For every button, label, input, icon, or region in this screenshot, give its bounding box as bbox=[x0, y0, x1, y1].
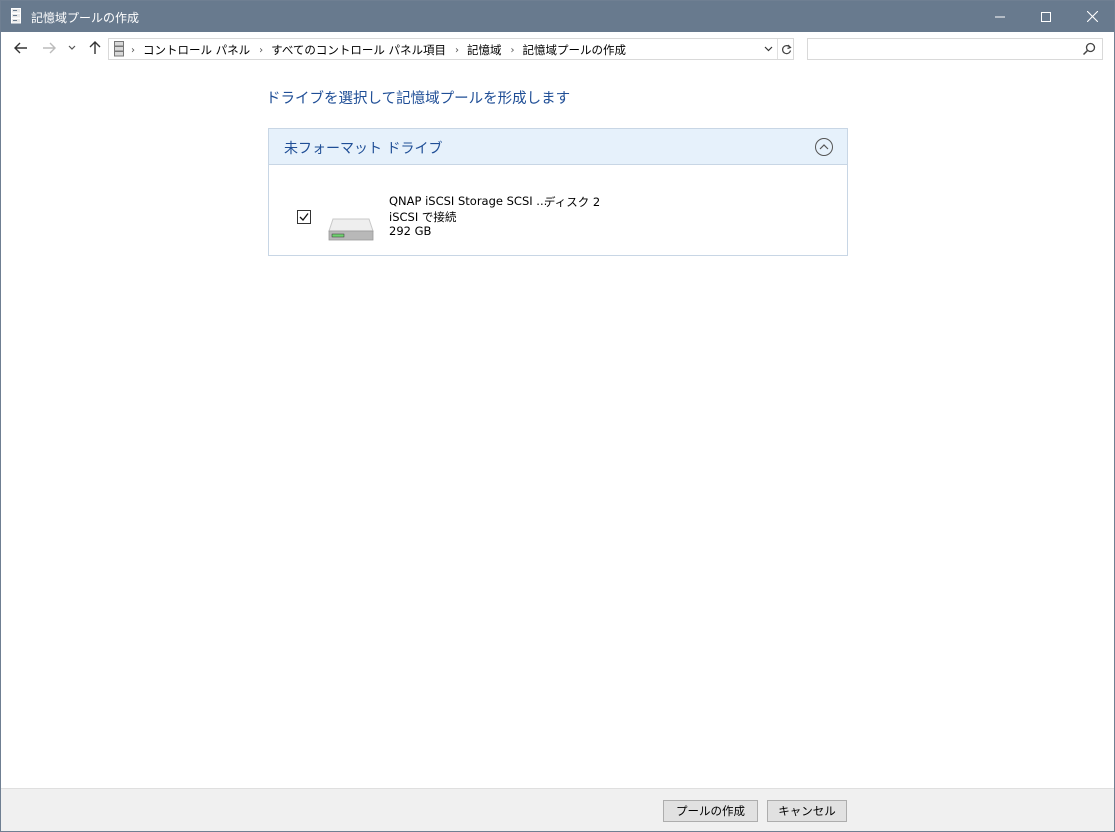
up-button[interactable] bbox=[85, 38, 105, 58]
create-pool-button[interactable]: プールの作成 bbox=[663, 800, 758, 822]
chevron-down-icon bbox=[68, 45, 76, 50]
address-bar[interactable]: › コントロール パネル › すべてのコントロール パネル項目 › 記憶域 › … bbox=[108, 38, 794, 60]
address-dropdown-button[interactable] bbox=[761, 39, 775, 59]
minimize-icon bbox=[995, 16, 1005, 17]
search-input[interactable] bbox=[807, 38, 1103, 60]
drive-list-item[interactable]: QNAP iSCSI Storage SCSI ... ディスク 2 iSCSI… bbox=[269, 165, 847, 255]
drive-connection: iSCSI で接続 bbox=[389, 210, 457, 224]
drive-name: QNAP iSCSI Storage SCSI ... bbox=[389, 194, 548, 208]
group-title: 未フォーマット ドライブ bbox=[284, 141, 443, 157]
group-header[interactable]: 未フォーマット ドライブ bbox=[269, 129, 847, 165]
breadcrumb-item[interactable]: すべてのコントロール パネル項目 bbox=[271, 42, 446, 58]
cancel-button[interactable]: キャンセル bbox=[767, 800, 847, 822]
back-button[interactable] bbox=[11, 38, 31, 58]
footer-bar: プールの作成 キャンセル bbox=[1, 788, 1114, 831]
arrow-left-icon bbox=[14, 42, 27, 54]
maximize-icon bbox=[1041, 11, 1051, 22]
page-heading: ドライブを選択して記憶域プールを形成します bbox=[266, 91, 571, 107]
arrow-right-icon bbox=[43, 42, 56, 54]
refresh-icon bbox=[781, 44, 792, 54]
maximize-button[interactable] bbox=[1023, 1, 1069, 32]
breadcrumb-item[interactable]: 記憶域プールの作成 bbox=[523, 42, 627, 58]
chevron-right-icon[interactable]: › bbox=[455, 45, 459, 56]
chevron-right-icon: › bbox=[131, 44, 135, 56]
checkmark-icon bbox=[299, 213, 309, 221]
unformatted-drives-group: 未フォーマット ドライブ QNAP iSCSI Storage SCSI ...… bbox=[268, 128, 848, 256]
breadcrumb-item[interactable]: 記憶域 bbox=[467, 42, 502, 58]
close-icon bbox=[1086, 11, 1098, 22]
recent-locations-button[interactable] bbox=[65, 38, 79, 58]
search-icon bbox=[1082, 42, 1096, 56]
arrow-up-icon bbox=[89, 41, 101, 54]
chevron-right-icon[interactable]: › bbox=[511, 45, 515, 56]
hard-drive-icon bbox=[328, 218, 374, 241]
collapse-up-icon[interactable] bbox=[814, 137, 834, 157]
navigation-bar: › コントロール パネル › すべてのコントロール パネル項目 › 記憶域 › … bbox=[1, 32, 1114, 66]
drive-size: 292 GB bbox=[389, 224, 432, 238]
minimize-button[interactable] bbox=[977, 1, 1023, 32]
refresh-button[interactable] bbox=[777, 39, 794, 59]
breadcrumb-item[interactable]: コントロール パネル bbox=[143, 42, 250, 58]
close-button[interactable] bbox=[1069, 1, 1115, 32]
storage-icon bbox=[11, 8, 21, 24]
drive-disk-number: ディスク 2 bbox=[544, 195, 601, 209]
window-title: 記憶域プールの作成 bbox=[31, 11, 140, 25]
breadcrumb: › コントロール パネル › すべてのコントロール パネル項目 › 記憶域 › … bbox=[131, 42, 635, 58]
drive-checkbox[interactable] bbox=[297, 210, 311, 224]
chevron-right-icon[interactable]: › bbox=[259, 45, 263, 56]
title-bar: 記憶域プールの作成 bbox=[1, 1, 1114, 32]
storage-icon bbox=[114, 41, 124, 57]
chevron-down-icon bbox=[764, 46, 772, 52]
storage-pool-window: 記憶域プールの作成 › コントロール パネル › すべてのコントロール パネル項… bbox=[0, 0, 1115, 832]
forward-button[interactable] bbox=[39, 38, 59, 58]
